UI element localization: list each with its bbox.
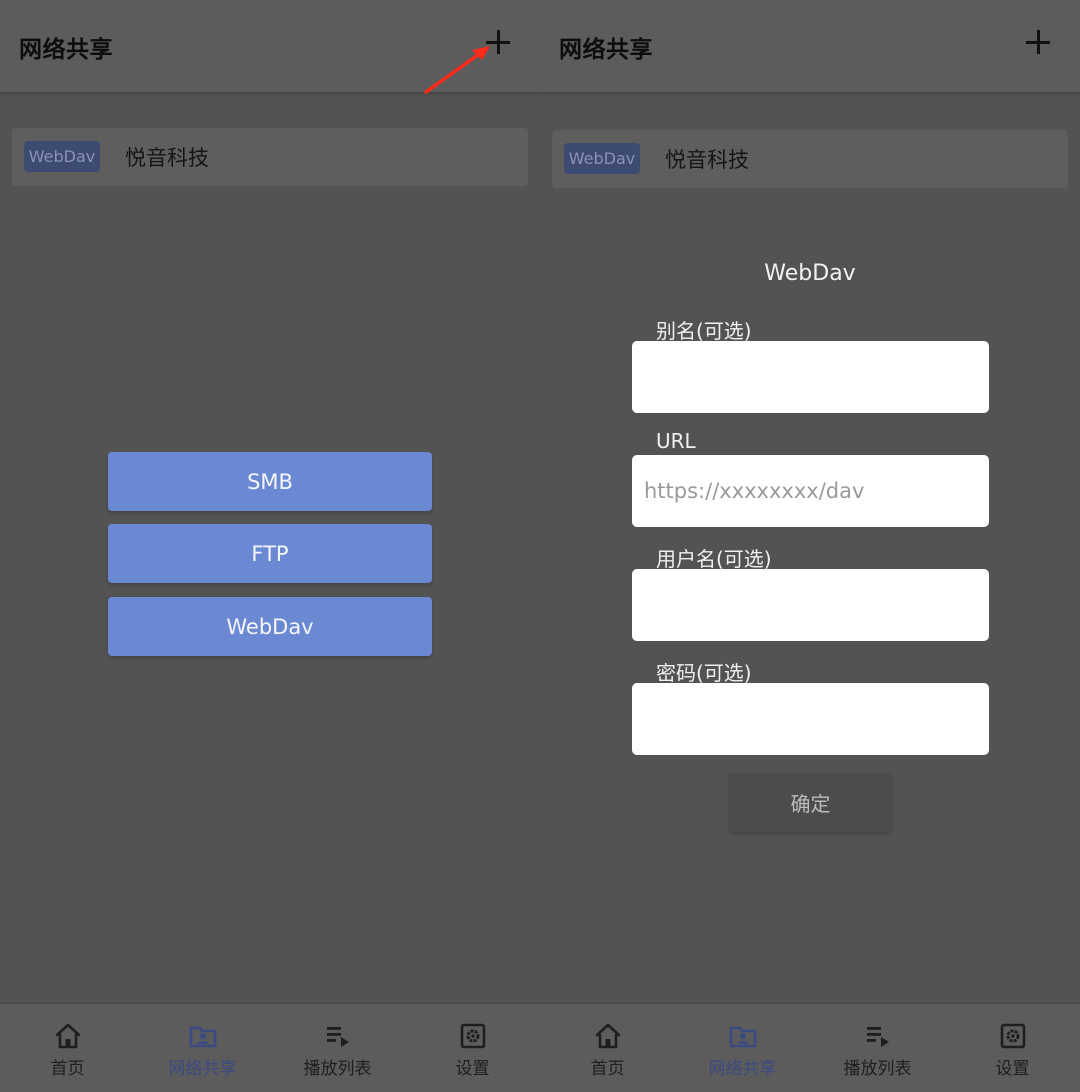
playlist-icon bbox=[866, 1027, 889, 1047]
nav-label: 首页 bbox=[590, 1059, 625, 1079]
home-icon bbox=[55, 1023, 80, 1049]
playlist-icon bbox=[326, 1027, 349, 1047]
password-label: 密码(可选) bbox=[656, 661, 752, 685]
gear-icon bbox=[1000, 1023, 1025, 1049]
password-input[interactable] bbox=[632, 683, 989, 755]
bottom-navigation: 首页 网络共享 播放列表 设置 bbox=[540, 1004, 1080, 1092]
nav-label: 网络共享 bbox=[168, 1059, 237, 1079]
nav-item-network-share[interactable]: 网络共享 bbox=[675, 1004, 810, 1092]
network-share-screen-webdav-form: 网络共享 WebDav 悦音科技 WebDav 别名(可选) URL 用户名(可… bbox=[540, 0, 1080, 1092]
webdav-dialog-title: WebDav bbox=[764, 261, 856, 286]
nav-item-network-share[interactable]: 网络共享 bbox=[135, 1004, 270, 1092]
alias-input[interactable] bbox=[632, 341, 989, 413]
share-name: 悦音科技 bbox=[665, 148, 749, 172]
nav-item-settings[interactable]: 设置 bbox=[405, 1004, 540, 1092]
smb-option-button[interactable]: SMB bbox=[108, 452, 432, 511]
confirm-button[interactable]: 确定 bbox=[729, 773, 892, 832]
nav-label: 网络共享 bbox=[708, 1059, 777, 1079]
add-share-plus-icon[interactable] bbox=[486, 28, 516, 58]
webdav-option-button[interactable]: WebDav bbox=[108, 597, 432, 656]
nav-item-home[interactable]: 首页 bbox=[0, 1004, 135, 1092]
share-type-badge: WebDav bbox=[564, 143, 640, 174]
share-list-item[interactable]: WebDav 悦音科技 bbox=[12, 128, 528, 186]
app-header: 网络共享 bbox=[540, 0, 1080, 92]
app-header: 网络共享 bbox=[0, 0, 540, 92]
screenshot-pair: 网络共享 WebDav 悦音科技 SMB FTP WebDav 首页 网络共享 … bbox=[0, 0, 1080, 1092]
alias-label: 别名(可选) bbox=[656, 319, 752, 343]
page-title: 网络共享 bbox=[559, 37, 653, 63]
nav-label: 设置 bbox=[455, 1059, 490, 1079]
gear-icon bbox=[460, 1023, 485, 1049]
nav-item-playlist[interactable]: 播放列表 bbox=[810, 1004, 945, 1092]
network-share-screen-options: 网络共享 WebDav 悦音科技 SMB FTP WebDav 首页 网络共享 … bbox=[0, 0, 540, 1092]
nav-label: 设置 bbox=[995, 1059, 1030, 1079]
folder-user-icon bbox=[729, 1026, 756, 1048]
ftp-option-button[interactable]: FTP bbox=[108, 524, 432, 583]
nav-label: 播放列表 bbox=[303, 1059, 372, 1079]
share-type-badge: WebDav bbox=[24, 141, 100, 172]
bottom-navigation: 首页 网络共享 播放列表 设置 bbox=[0, 1004, 540, 1092]
nav-item-playlist[interactable]: 播放列表 bbox=[270, 1004, 405, 1092]
home-icon bbox=[595, 1023, 620, 1049]
share-list-item[interactable]: WebDav 悦音科技 bbox=[552, 130, 1068, 188]
folder-user-icon bbox=[189, 1026, 216, 1048]
nav-item-home[interactable]: 首页 bbox=[540, 1004, 675, 1092]
nav-item-settings[interactable]: 设置 bbox=[945, 1004, 1080, 1092]
share-name: 悦音科技 bbox=[125, 146, 209, 170]
add-share-plus-icon[interactable] bbox=[1026, 28, 1056, 58]
username-label: 用户名(可选) bbox=[656, 547, 772, 571]
url-label: URL bbox=[656, 429, 696, 453]
page-title: 网络共享 bbox=[19, 37, 113, 63]
username-input[interactable] bbox=[632, 569, 989, 641]
nav-label: 播放列表 bbox=[843, 1059, 912, 1079]
nav-label: 首页 bbox=[50, 1059, 85, 1079]
url-input[interactable] bbox=[632, 455, 989, 527]
